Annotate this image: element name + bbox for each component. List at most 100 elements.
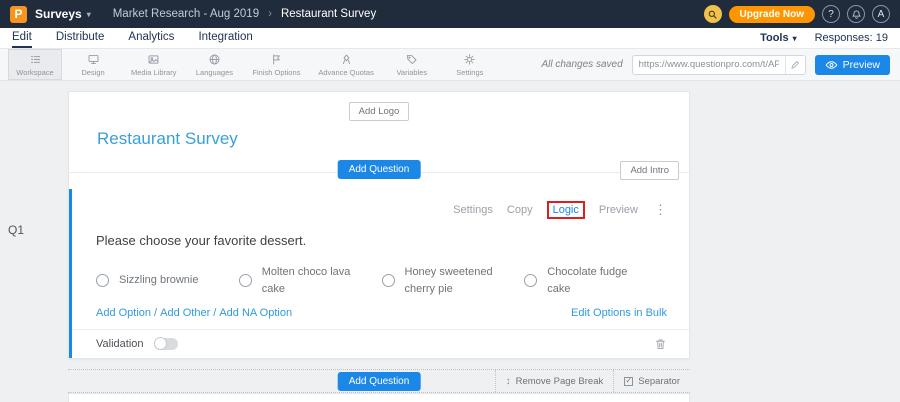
option-chocolate-fudge-cake[interactable]: Chocolate fudge cake: [524, 264, 667, 297]
design-icon: [87, 53, 100, 66]
survey-canvas: Q1 Add Logo Restaurant Survey Add Questi…: [0, 81, 900, 402]
remove-page-break-link[interactable]: ↕ Remove Page Break: [495, 370, 614, 392]
preview-button[interactable]: Preview: [815, 55, 890, 75]
add-question-row: Add Question Add Intro: [69, 159, 689, 185]
gear-icon: [463, 53, 476, 66]
page-break-icon: ↕: [506, 376, 511, 387]
question-text[interactable]: Please choose your favorite dessert.: [96, 233, 667, 248]
tool-design[interactable]: Design: [66, 49, 120, 80]
tag-icon: [405, 53, 418, 66]
add-intro-button[interactable]: Add Intro: [620, 161, 679, 180]
tool-languages[interactable]: Languages: [187, 49, 241, 80]
radio-icon[interactable]: [96, 274, 109, 287]
account-button[interactable]: A: [872, 5, 890, 23]
survey-title[interactable]: Restaurant Survey: [97, 129, 689, 149]
chevron-down-icon: ▾: [793, 34, 797, 43]
breadcrumb-folder[interactable]: Market Research - Aug 2019: [113, 8, 259, 20]
remove-page-break-label: Remove Page Break: [516, 376, 604, 387]
toggle-knob: [154, 337, 167, 350]
logic-highlight-box: Logic: [547, 201, 585, 219]
more-options-icon[interactable]: ⋮: [654, 202, 667, 218]
checkbox-checked-icon: ✓: [624, 377, 633, 386]
tool-label: Finish Options: [252, 68, 300, 77]
survey-page-card: Add Logo Restaurant Survey Add Question …: [68, 91, 690, 359]
edit-url-button[interactable]: [785, 56, 805, 74]
logo-letter: P: [14, 7, 22, 21]
validation-label: Validation: [96, 338, 144, 350]
tool-settings[interactable]: Settings: [443, 49, 497, 80]
survey-url-input[interactable]: [633, 59, 785, 70]
autosave-status: All changes saved: [541, 59, 622, 70]
add-question-button-pagebreak[interactable]: Add Question: [338, 372, 421, 391]
questionpro-logo[interactable]: P: [10, 6, 27, 23]
tool-label: Settings: [456, 68, 483, 77]
surveys-menu[interactable]: Surveys ▾: [35, 7, 91, 21]
pencil-icon: [790, 60, 800, 70]
radio-icon[interactable]: [382, 274, 395, 287]
topbar-actions: Upgrade Now ? A: [704, 5, 890, 23]
breadcrumb: Market Research - Aug 2019 › Restaurant …: [113, 8, 376, 20]
question-settings-link[interactable]: Settings: [453, 204, 493, 216]
answer-options: Sizzling brownie Molten choco lava cake …: [96, 264, 667, 297]
tool-media-library[interactable]: Media Library: [124, 49, 183, 80]
tool-label: Media Library: [131, 68, 176, 77]
bell-icon: [851, 9, 862, 20]
notifications-button[interactable]: [847, 5, 865, 23]
surveys-menu-label: Surveys: [35, 7, 82, 21]
responses-count[interactable]: Responses: 19: [815, 32, 888, 44]
link-separator: /: [213, 307, 216, 319]
breadcrumb-separator: ›: [268, 8, 272, 20]
radio-icon[interactable]: [524, 274, 537, 287]
preview-label: Preview: [843, 59, 880, 71]
validation-row: Validation: [72, 329, 689, 358]
validation-toggle[interactable]: [154, 338, 178, 350]
quota-ribbon-icon: [340, 53, 353, 66]
delete-question-button[interactable]: [654, 337, 667, 351]
tools-menu[interactable]: Tools ▾: [760, 32, 797, 44]
question-actions: Settings Copy Logic Preview ⋮: [96, 201, 667, 219]
tab-analytics[interactable]: Analytics: [128, 28, 174, 48]
search-icon: [707, 9, 718, 20]
question-block: Settings Copy Logic Preview ⋮ Please cho…: [69, 189, 689, 358]
workspace-icon: [29, 53, 42, 66]
add-option-link[interactable]: Add Option: [96, 307, 151, 319]
option-molten-choco-lava-cake[interactable]: Molten choco lava cake: [239, 264, 382, 297]
option-links-row: Add Option / Add Other / Add NA Option E…: [96, 307, 667, 319]
tool-workspace[interactable]: Workspace: [8, 49, 62, 80]
flag-icon: [270, 53, 283, 66]
question-copy-link[interactable]: Copy: [507, 204, 533, 216]
question-mark-icon: ?: [828, 9, 834, 20]
option-honey-sweetened-cherry-pie[interactable]: Honey sweetened cherry pie: [382, 264, 525, 297]
breadcrumb-survey-name[interactable]: Restaurant Survey: [281, 8, 376, 20]
next-page-card: [68, 393, 690, 402]
edit-options-in-bulk-link[interactable]: Edit Options in Bulk: [571, 307, 667, 319]
radio-icon[interactable]: [239, 274, 252, 287]
tool-variables[interactable]: Variables: [385, 49, 439, 80]
add-other-link[interactable]: Add Other: [160, 307, 210, 319]
option-sizzling-brownie[interactable]: Sizzling brownie: [96, 264, 239, 297]
question-logic-link[interactable]: Logic: [553, 204, 579, 216]
tool-label: Workspace: [16, 68, 53, 77]
add-logo-button[interactable]: Add Logo: [349, 102, 410, 121]
add-question-button[interactable]: Add Question: [338, 160, 421, 179]
questionpro-survey-editor: P Surveys ▾ Market Research - Aug 2019 ›…: [0, 0, 900, 402]
tab-integration[interactable]: Integration: [198, 28, 252, 48]
add-na-option-link[interactable]: Add NA Option: [219, 307, 292, 319]
add-logo-row: Add Logo: [69, 92, 689, 121]
option-label: Sizzling brownie: [119, 272, 211, 289]
search-button[interactable]: [704, 5, 722, 23]
question-preview-link[interactable]: Preview: [599, 204, 638, 216]
globe-icon: [208, 53, 221, 66]
separator-toggle[interactable]: ✓ Separator: [613, 370, 690, 392]
tab-edit[interactable]: Edit: [12, 28, 32, 48]
page-break-row: Add Question ↕ Remove Page Break ✓ Separ…: [68, 369, 690, 393]
tool-label: Design: [81, 68, 104, 77]
upgrade-now-button[interactable]: Upgrade Now: [729, 6, 815, 23]
chevron-down-icon: ▾: [87, 10, 91, 19]
link-separator: /: [154, 307, 157, 319]
tool-advance-quotas[interactable]: Advance Quotas: [311, 49, 380, 80]
help-button[interactable]: ?: [822, 5, 840, 23]
tool-label: Advance Quotas: [318, 68, 373, 77]
tool-finish-options[interactable]: Finish Options: [245, 49, 307, 80]
tab-distribute[interactable]: Distribute: [56, 28, 105, 48]
